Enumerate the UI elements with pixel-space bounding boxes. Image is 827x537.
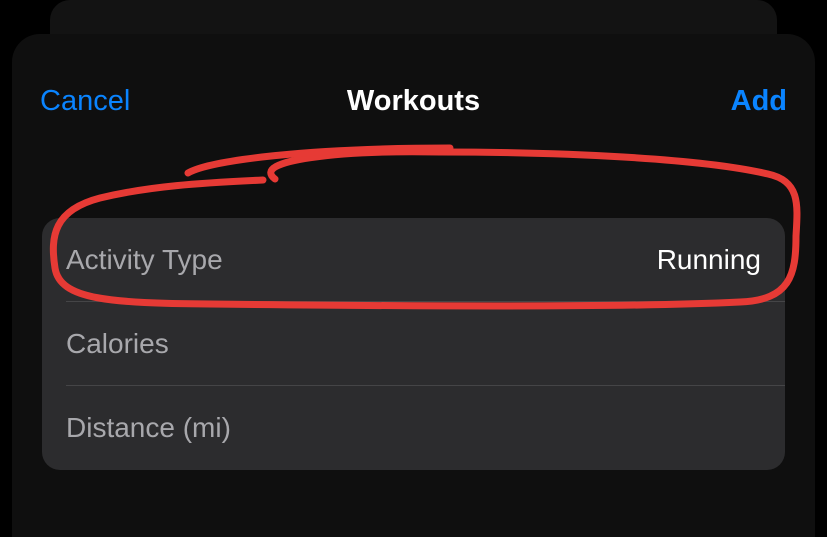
row-label: Calories xyxy=(66,328,169,360)
row-value: Running xyxy=(657,244,761,276)
cancel-button[interactable]: Cancel xyxy=(40,85,130,117)
row-calories[interactable]: Calories xyxy=(42,302,785,386)
row-activity-type[interactable]: Activity Type Running xyxy=(42,218,785,302)
row-label: Activity Type xyxy=(66,244,223,276)
form-list: Activity Type Running Calories Distance … xyxy=(42,218,785,470)
add-button[interactable]: Add xyxy=(731,85,787,117)
row-distance[interactable]: Distance (mi) xyxy=(42,386,785,470)
nav-bar: Cancel Workouts Add xyxy=(12,34,815,130)
row-label: Distance (mi) xyxy=(66,412,231,444)
modal-sheet: Cancel Workouts Add Activity Type Runnin… xyxy=(12,34,815,537)
page-title: Workouts xyxy=(347,85,480,117)
